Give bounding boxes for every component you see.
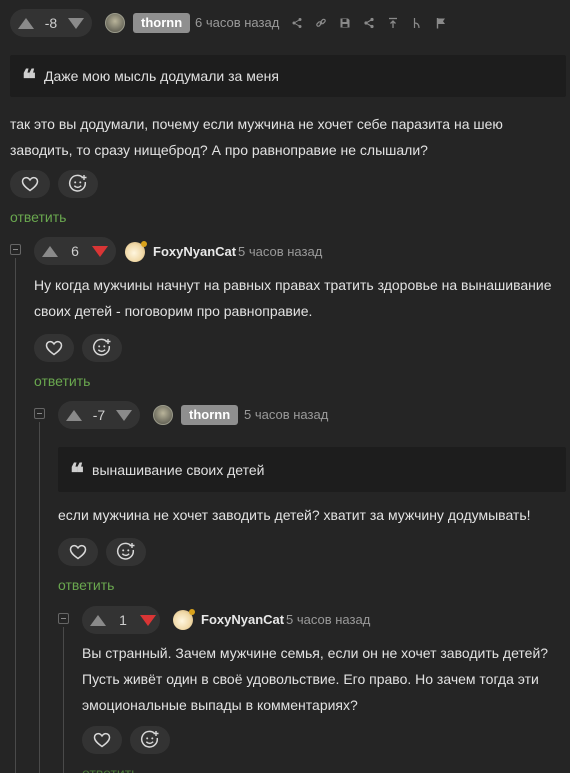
heart-icon xyxy=(45,340,63,356)
upvote-button[interactable] xyxy=(42,245,58,257)
comment-time[interactable]: 6 часов назад xyxy=(195,13,279,33)
add-reaction-button[interactable] xyxy=(82,334,122,362)
author-name[interactable]: thornn xyxy=(181,405,239,425)
link-icon[interactable] xyxy=(315,17,327,29)
upvote-button[interactable] xyxy=(18,17,34,29)
downvote-button[interactable] xyxy=(116,409,132,421)
comment-text: если мужчина не хочет заводить детей? хв… xyxy=(58,507,531,523)
reply-link[interactable]: ответить xyxy=(82,764,138,773)
reply-link[interactable]: ответить xyxy=(34,372,90,390)
heart-icon xyxy=(93,732,111,748)
comment-time[interactable]: 5 часов назад xyxy=(286,610,370,630)
add-reaction-button[interactable] xyxy=(106,538,146,566)
quote-text: Даже мою мысль додумали за меня xyxy=(44,68,279,84)
online-indicator xyxy=(141,241,147,247)
thread-line xyxy=(15,258,16,773)
comment-text: так это вы додумали, почему если мужчина… xyxy=(10,116,503,158)
avatar[interactable] xyxy=(105,13,125,33)
vote-control: 1 xyxy=(82,606,160,634)
like-button[interactable] xyxy=(34,334,74,362)
branch-icon[interactable] xyxy=(411,17,423,29)
upvote-button[interactable] xyxy=(66,409,82,421)
share-nodes-icon[interactable] xyxy=(291,17,303,29)
add-emoji-icon xyxy=(68,174,87,192)
vote-score: 1 xyxy=(119,612,127,628)
quote-text: вынашивание своих детей xyxy=(92,461,265,478)
add-reaction-button[interactable] xyxy=(58,170,98,198)
like-button[interactable] xyxy=(10,170,50,198)
collapse-thread-button[interactable] xyxy=(58,613,69,624)
thread-line xyxy=(39,422,40,773)
downvote-button[interactable] xyxy=(140,614,156,626)
author-name[interactable]: thornn xyxy=(133,13,191,33)
flag-icon[interactable] xyxy=(435,17,447,29)
downvote-button[interactable] xyxy=(92,245,108,257)
vote-control: -7 xyxy=(58,401,140,429)
heart-icon xyxy=(69,544,87,560)
comment-time[interactable]: 5 часов назад xyxy=(244,405,328,425)
add-emoji-icon xyxy=(140,730,159,748)
add-reaction-button[interactable] xyxy=(130,726,170,754)
like-button[interactable] xyxy=(58,538,98,566)
comment-text: Вы странный. Зачем мужчине семья, если о… xyxy=(82,645,549,713)
downvote-button[interactable] xyxy=(68,17,84,29)
online-indicator xyxy=(189,609,195,615)
author-name[interactable]: FoxyNyanCat xyxy=(201,610,284,630)
like-button[interactable] xyxy=(82,726,122,754)
add-emoji-icon xyxy=(116,542,135,560)
thread-line xyxy=(63,627,64,773)
comment-quote: ❝ вынашивание своих детей xyxy=(58,447,566,492)
reply-link[interactable]: ответить xyxy=(58,576,114,594)
collapse-thread-button[interactable] xyxy=(10,244,21,255)
quote-icon: ❝ xyxy=(70,458,84,489)
quote-icon: ❝ xyxy=(22,65,36,95)
vote-control: 6 xyxy=(34,237,116,265)
heart-icon xyxy=(21,176,39,192)
to-top-icon[interactable] xyxy=(387,17,399,29)
comment-time[interactable]: 5 часов назад xyxy=(238,242,322,262)
save-icon[interactable] xyxy=(339,17,351,29)
avatar[interactable] xyxy=(153,405,173,425)
upvote-button[interactable] xyxy=(90,614,106,626)
vote-control: -8 xyxy=(10,9,92,37)
comment-text: Ну когда мужчины начнут на равных правах… xyxy=(34,277,552,319)
collapse-thread-button[interactable] xyxy=(34,408,45,419)
add-emoji-icon xyxy=(92,338,111,356)
vote-score: 6 xyxy=(71,243,79,259)
comment-toolbar xyxy=(291,17,447,29)
author-name[interactable]: FoxyNyanCat xyxy=(153,242,236,262)
comment-quote: ❝ Даже мою мысль додумали за меня xyxy=(10,55,566,97)
vote-score: -7 xyxy=(92,407,106,423)
share-icon[interactable] xyxy=(363,17,375,29)
vote-score: -8 xyxy=(44,15,58,31)
reply-link[interactable]: ответить xyxy=(10,208,66,226)
